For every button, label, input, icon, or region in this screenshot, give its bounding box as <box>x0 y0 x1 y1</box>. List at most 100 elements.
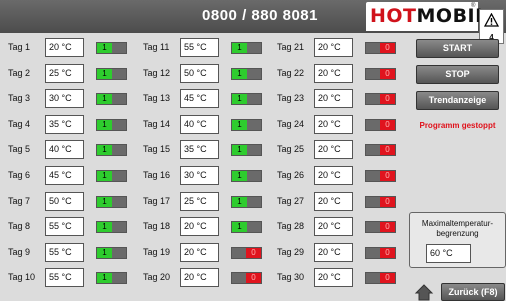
day-label: Tag 9 <box>8 246 31 257</box>
day-toggle-switch[interactable]: 0 <box>231 272 262 285</box>
day-toggle-switch[interactable]: 0 <box>365 221 396 234</box>
day-toggle-switch[interactable]: 1 <box>231 93 262 106</box>
day-temperature-input[interactable]: 25 °C <box>45 63 84 83</box>
day-label: Tag 19 <box>143 246 171 257</box>
day-temperature-input[interactable]: 45 °C <box>180 89 219 109</box>
day-label: Tag 21 <box>277 42 305 52</box>
max-temp-input[interactable]: 60 °C <box>426 244 471 263</box>
day-label: Tag 27 <box>277 195 305 206</box>
warning-icon <box>484 13 499 27</box>
day-label: Tag 16 <box>143 170 171 180</box>
day-temperature-input[interactable]: 20 °C <box>180 242 219 262</box>
day-temperature-input[interactable]: 35 °C <box>180 140 219 160</box>
day-temperature-input[interactable]: 20 °C <box>314 217 353 237</box>
day-temperature-input[interactable]: 20 °C <box>314 63 353 83</box>
day-temperature-input[interactable]: 20 °C <box>180 268 219 288</box>
day-label: Tag 7 <box>8 195 31 206</box>
day-toggle-switch[interactable]: 1 <box>231 195 262 208</box>
day-toggle-switch[interactable]: 1 <box>96 246 127 259</box>
day-temperature-input[interactable]: 20 °C <box>45 38 84 57</box>
day-label: Tag 24 <box>277 118 305 129</box>
day-toggle-switch[interactable]: 1 <box>96 272 127 285</box>
day-toggle-switch[interactable]: 0 <box>365 170 396 182</box>
trend-button[interactable]: Trendanzeige <box>416 91 499 110</box>
day-temperature-input[interactable]: 55 °C <box>180 38 219 57</box>
program-status: Programm gestoppt <box>419 121 496 130</box>
day-toggle-switch[interactable]: 0 <box>365 246 396 259</box>
day-toggle-switch[interactable]: 1 <box>96 170 127 182</box>
home-icon[interactable] <box>414 283 434 301</box>
day-temperature-input[interactable]: 20 °C <box>314 140 353 160</box>
day-label: Tag 3 <box>8 93 31 104</box>
day-label: Tag 6 <box>8 170 31 180</box>
day-temperature-input[interactable]: 25 °C <box>180 191 219 211</box>
day-toggle-switch[interactable]: 0 <box>365 42 396 54</box>
day-temperature-input[interactable]: 50 °C <box>180 63 219 83</box>
day-temperature-input[interactable]: 50 °C <box>45 191 84 211</box>
day-temperature-input[interactable]: 20 °C <box>314 114 353 134</box>
day-label: Tag 13 <box>143 93 171 104</box>
max-temp-label: Maximaltemperatur- begrenzung <box>421 219 494 238</box>
day-label: Tag 12 <box>143 67 171 78</box>
day-label: Tag 1 <box>8 42 31 52</box>
day-toggle-switch[interactable]: 1 <box>96 144 127 157</box>
day-label: Tag 23 <box>277 93 305 104</box>
day-temperature-input[interactable]: 20 °C <box>180 217 219 237</box>
day-temperature-input[interactable]: 20 °C <box>314 166 353 185</box>
day-toggle-switch[interactable]: 0 <box>365 93 396 106</box>
day-toggle-switch[interactable]: 1 <box>231 221 262 234</box>
hotline-number: 0800 / 880 8081 <box>202 7 318 24</box>
day-label: Tag 2 <box>8 67 31 78</box>
day-label: Tag 14 <box>143 118 171 129</box>
day-temperature-input[interactable]: 55 °C <box>45 242 84 262</box>
day-label: Tag 15 <box>143 144 171 155</box>
day-temperature-input[interactable]: 20 °C <box>314 242 353 262</box>
day-toggle-switch[interactable]: 0 <box>231 246 262 259</box>
day-temperature-input[interactable]: 35 °C <box>45 114 84 134</box>
day-label: Tag 11 <box>143 42 170 52</box>
day-toggle-switch[interactable]: 0 <box>365 272 396 285</box>
day-toggle-switch[interactable]: 1 <box>96 93 127 106</box>
day-temperature-input[interactable]: 55 °C <box>45 217 84 237</box>
day-temperature-input[interactable]: 40 °C <box>45 140 84 160</box>
day-toggle-switch[interactable]: 0 <box>365 195 396 208</box>
day-temperature-input[interactable]: 55 °C <box>45 268 84 288</box>
header-bar: 0800 / 880 8081 HOTMOBIL ® <box>0 0 506 33</box>
day-label: Tag 26 <box>277 170 305 180</box>
day-toggle-switch[interactable]: 1 <box>231 67 262 80</box>
day-toggle-switch[interactable]: 0 <box>365 67 396 80</box>
day-toggle-switch[interactable]: 1 <box>231 144 262 157</box>
day-toggle-switch[interactable]: 1 <box>96 118 127 131</box>
day-temperature-input[interactable]: 40 °C <box>180 114 219 134</box>
day-toggle-switch[interactable]: 1 <box>231 42 262 54</box>
day-toggle-switch[interactable]: 1 <box>231 118 262 131</box>
day-temperature-input[interactable]: 30 °C <box>45 89 84 109</box>
day-label: Tag 18 <box>143 221 171 232</box>
day-temperature-input[interactable]: 20 °C <box>314 268 353 288</box>
day-toggle-switch[interactable]: 1 <box>96 195 127 208</box>
day-label: Tag 30 <box>277 272 305 283</box>
day-toggle-switch[interactable]: 1 <box>96 67 127 80</box>
back-button[interactable]: Zurück (F8) <box>441 283 505 301</box>
day-toggle-switch[interactable]: 1 <box>96 221 127 234</box>
day-label: Tag 28 <box>277 221 305 232</box>
stop-button[interactable]: STOP <box>416 65 499 84</box>
day-toggle-switch[interactable]: 0 <box>365 118 396 131</box>
day-temperature-input[interactable]: 20 °C <box>314 38 353 57</box>
day-label: Tag 20 <box>143 272 171 283</box>
day-temperature-input[interactable]: 30 °C <box>180 166 219 185</box>
max-temp-panel: Maximaltemperatur- begrenzung 60 °C <box>409 212 506 268</box>
day-label: Tag 10 <box>8 272 36 283</box>
hotmobil-logo: HOTMOBIL ® <box>366 2 487 31</box>
day-temperature-input[interactable]: 45 °C <box>45 166 84 185</box>
day-label: Tag 4 <box>8 118 31 129</box>
day-toggle-switch[interactable]: 1 <box>231 170 262 182</box>
start-button[interactable]: START <box>416 39 499 58</box>
day-toggle-switch[interactable]: 0 <box>365 144 396 157</box>
day-label: Tag 25 <box>277 144 305 155</box>
day-temperature-input[interactable]: 20 °C <box>314 89 353 109</box>
day-label: Tag 29 <box>277 246 305 257</box>
day-label: Tag 22 <box>277 67 305 78</box>
day-temperature-input[interactable]: 20 °C <box>314 191 353 211</box>
day-toggle-switch[interactable]: 1 <box>96 42 127 54</box>
